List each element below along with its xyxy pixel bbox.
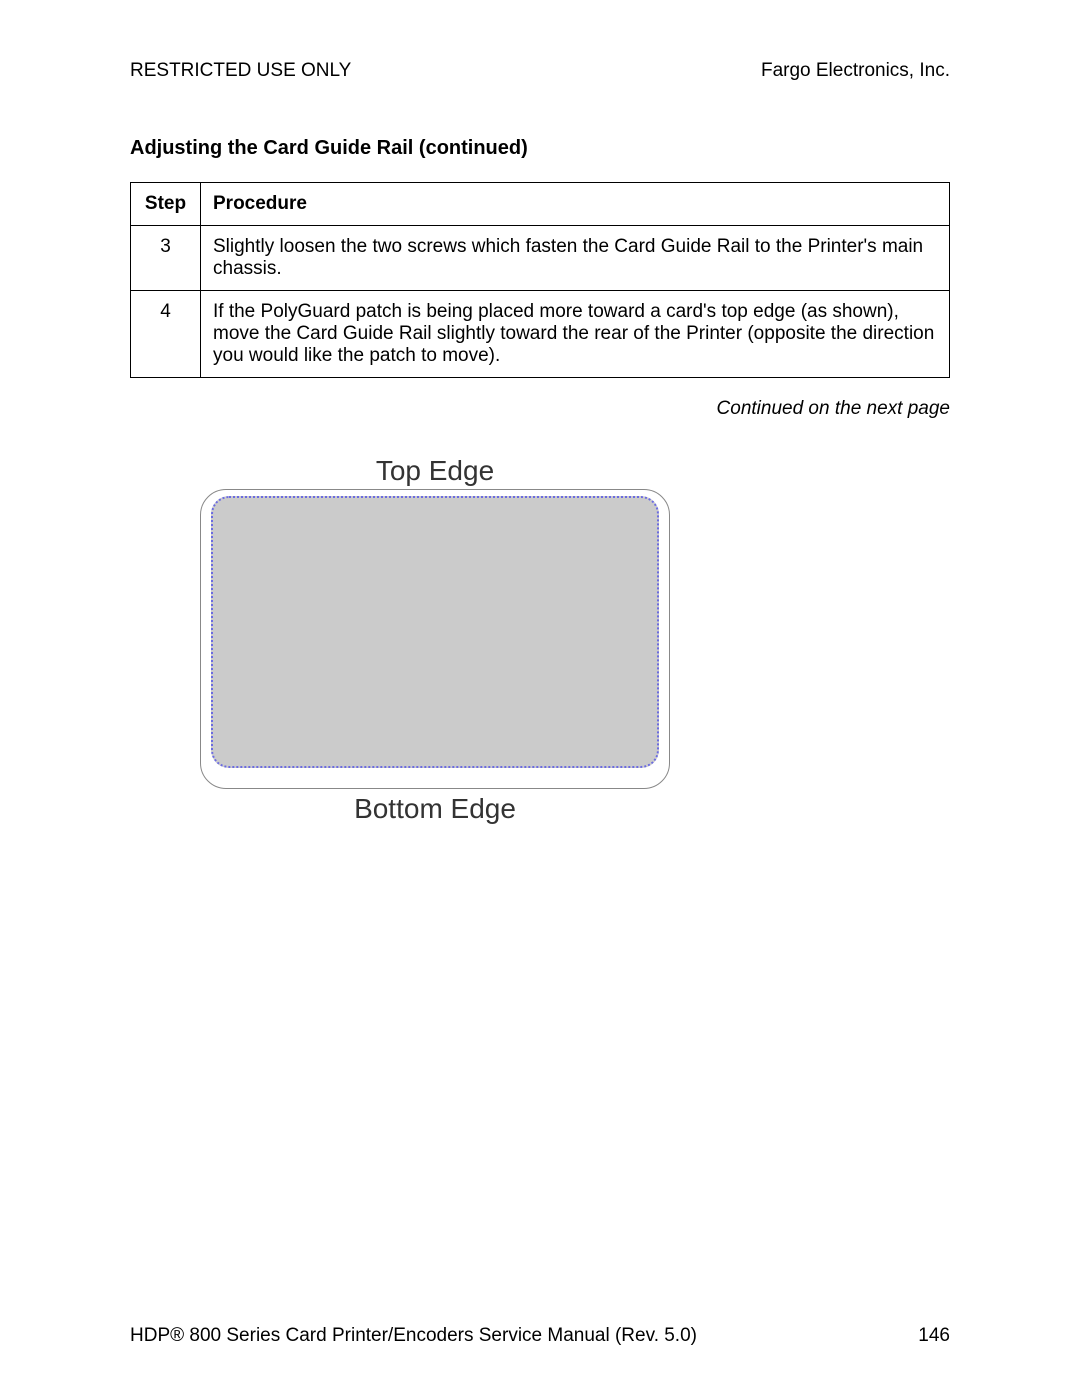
header-company: Fargo Electronics, Inc. xyxy=(761,60,950,82)
footer-page-number: 146 xyxy=(918,1325,950,1347)
procedure-table: Step Procedure 3 Slightly loosen the two… xyxy=(130,182,950,378)
section-title: Adjusting the Card Guide Rail (continued… xyxy=(130,137,950,160)
step-number: 3 xyxy=(131,226,201,291)
table-header-row: Step Procedure xyxy=(131,183,950,226)
card-outline xyxy=(200,489,670,789)
diagram-top-label: Top Edge xyxy=(135,455,735,487)
continued-note: Continued on the next page xyxy=(130,398,950,420)
step-procedure: Slightly loosen the two screws which fas… xyxy=(201,226,950,291)
footer-doc-title: HDP® 800 Series Card Printer/Encoders Se… xyxy=(130,1325,697,1347)
page-footer: HDP® 800 Series Card Printer/Encoders Se… xyxy=(130,1325,950,1347)
table-row: 4 If the PolyGuard patch is being placed… xyxy=(131,291,950,378)
col-header-step: Step xyxy=(131,183,201,226)
header-restricted: RESTRICTED USE ONLY xyxy=(130,60,351,82)
card-diagram: Top Edge Bottom Edge xyxy=(135,455,735,825)
table-row: 3 Slightly loosen the two screws which f… xyxy=(131,226,950,291)
patch-area xyxy=(211,496,659,768)
step-number: 4 xyxy=(131,291,201,378)
diagram-bottom-label: Bottom Edge xyxy=(135,793,735,825)
step-procedure: If the PolyGuard patch is being placed m… xyxy=(201,291,950,378)
page-header: RESTRICTED USE ONLY Fargo Electronics, I… xyxy=(130,60,950,82)
col-header-procedure: Procedure xyxy=(201,183,950,226)
